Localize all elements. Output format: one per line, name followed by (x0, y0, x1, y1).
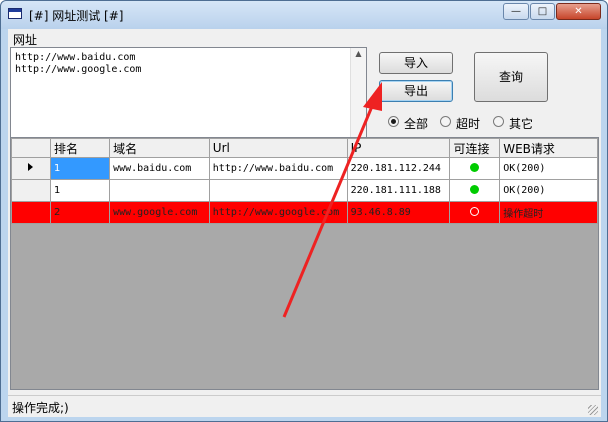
radio-selected-icon[interactable] (388, 116, 399, 127)
rank-cell[interactable]: 1 (49, 157, 111, 180)
export-button[interactable]: 导出 (379, 80, 453, 102)
resize-grip-icon[interactable] (588, 405, 598, 415)
reachable-cell[interactable] (449, 157, 501, 180)
title-bar[interactable]: [#] 网址测试 [#] — □ ✕ (1, 1, 607, 29)
reachable-cell[interactable] (449, 179, 501, 202)
results-grid[interactable]: 排名 域名 Url IP 可连接 WEB请求 1 www.baidu.com h… (10, 137, 599, 390)
scroll-up-icon[interactable]: ▲ (351, 49, 366, 58)
status-text: 操作完成;) (12, 401, 69, 415)
url-group-label: 网址 (13, 33, 38, 47)
web-request-cell[interactable]: 操作超时 (499, 201, 598, 224)
current-row-pointer-icon (28, 163, 34, 171)
query-button[interactable]: 查询 (474, 52, 548, 102)
domain-cell[interactable]: www.google.com (109, 201, 210, 224)
rank-cell[interactable]: 1 (49, 179, 111, 202)
domain-cell[interactable] (109, 179, 210, 202)
column-header-domain[interactable]: 域名 (109, 138, 210, 158)
filter-other-label: 其它 (509, 117, 534, 131)
window-title: [#] 网址测试 [#] (29, 9, 124, 23)
rank-cell[interactable]: 2 (49, 201, 111, 224)
status-bar: 操作完成;) (8, 395, 601, 417)
close-button[interactable]: ✕ (556, 3, 601, 20)
column-header-ip[interactable]: IP (346, 138, 451, 158)
reachable-fail-icon (470, 206, 480, 216)
url-cell[interactable] (208, 179, 348, 202)
web-request-cell[interactable]: OK(200) (499, 179, 598, 202)
row-header[interactable] (11, 201, 51, 224)
table-row[interactable]: 2 www.google.com http://www.google.com 9… (11, 201, 598, 224)
radio-unselected-icon[interactable] (440, 116, 451, 127)
grid-header-row: 排名 域名 Url IP 可连接 WEB请求 (11, 138, 598, 158)
filter-all-label: 全部 (404, 117, 429, 131)
minimize-button[interactable]: — (503, 3, 529, 20)
reachable-ok-icon (470, 184, 480, 194)
column-header-reachable[interactable]: 可连接 (449, 138, 501, 158)
column-header-web-request[interactable]: WEB请求 (499, 138, 598, 158)
table-row[interactable]: 1 220.181.111.188 OK(200) (11, 179, 598, 202)
url-cell[interactable]: http://www.google.com (208, 201, 348, 224)
url-list-text: http://www.baidu.com http://www.google.c… (15, 52, 142, 75)
app-icon (8, 8, 22, 19)
client-area: 网址 http://www.baidu.com http://www.googl… (8, 29, 601, 417)
reachable-ok-icon (470, 162, 480, 172)
table-row[interactable]: 1 www.baidu.com http://www.baidu.com 220… (11, 157, 598, 180)
row-header[interactable] (11, 179, 51, 202)
app-window: [#] 网址测试 [#] — □ ✕ 网址 http://www.baidu.c… (0, 0, 608, 422)
ip-cell[interactable]: 93.46.8.89 (346, 201, 451, 224)
row-header-corner (11, 138, 51, 158)
url-cell[interactable]: http://www.baidu.com (208, 157, 348, 180)
reachable-cell[interactable] (449, 201, 501, 224)
ip-cell[interactable]: 220.181.112.244 (346, 157, 451, 180)
import-button[interactable]: 导入 (379, 52, 453, 74)
column-header-url[interactable]: Url (208, 138, 348, 158)
maximize-button[interactable]: □ (530, 3, 555, 20)
column-header-rank[interactable]: 排名 (49, 138, 111, 158)
filter-timeout-label: 超时 (456, 117, 481, 131)
domain-cell[interactable]: www.baidu.com (109, 157, 210, 180)
web-request-cell[interactable]: OK(200) (499, 157, 598, 180)
row-header[interactable] (11, 157, 51, 180)
ip-cell[interactable]: 220.181.111.188 (346, 179, 451, 202)
radio-unselected-icon[interactable] (493, 116, 504, 127)
